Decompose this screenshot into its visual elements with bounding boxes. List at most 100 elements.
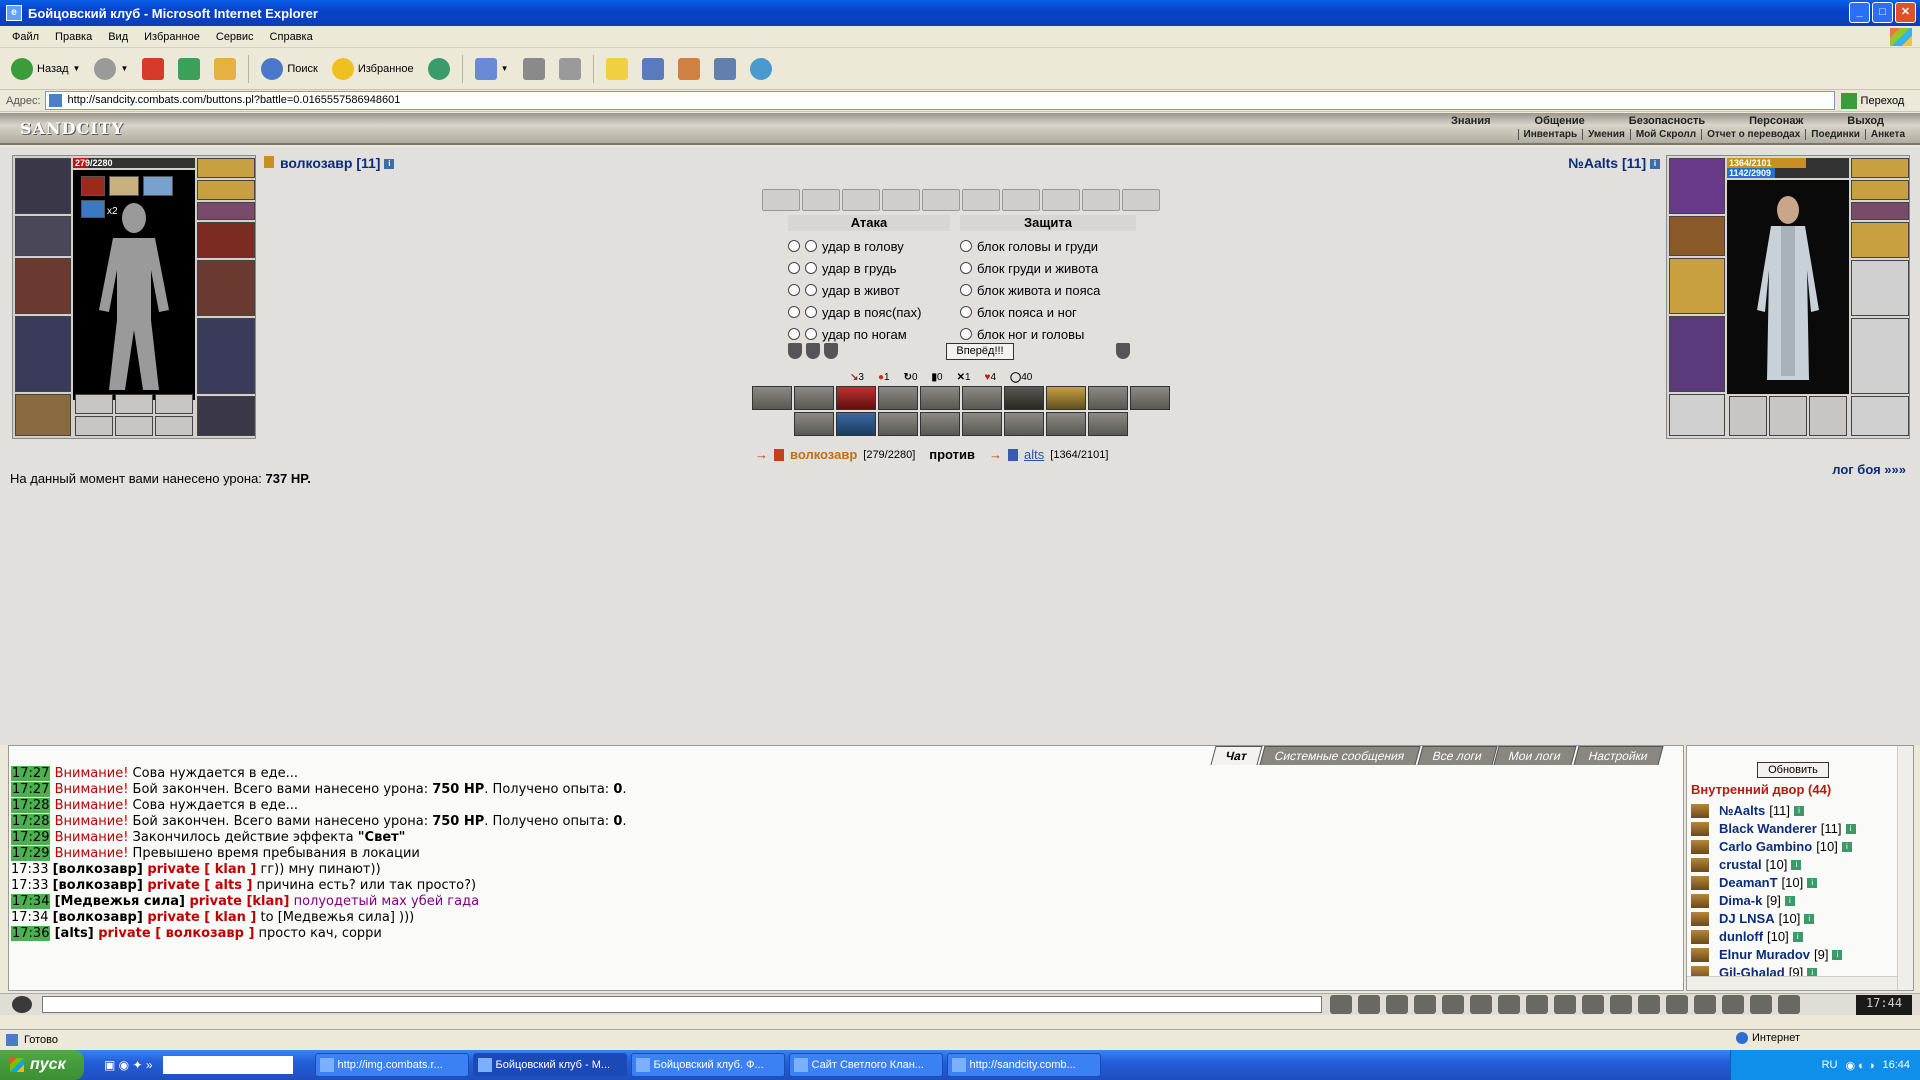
subnav-skills[interactable]: Умения — [1582, 129, 1630, 140]
boots-slot[interactable] — [197, 396, 255, 436]
nav-character[interactable]: Персонаж — [1727, 115, 1825, 127]
start-button[interactable]: пуск — [0, 1050, 84, 1080]
player-row[interactable]: Dima-k [9] i — [1691, 892, 1856, 910]
back-button[interactable]: Назад ▼ — [6, 53, 85, 85]
taskbar-item[interactable]: Бойцовский клуб. Ф... — [630, 1053, 785, 1077]
favorites-button[interactable]: Избранное — [327, 53, 419, 85]
empty-slot[interactable] — [1809, 396, 1847, 436]
language-indicator[interactable]: RU — [1822, 1059, 1838, 1071]
empty-slot[interactable] — [155, 394, 193, 414]
subnav-inventory[interactable]: Инвентарь — [1517, 129, 1583, 140]
tool-icon[interactable] — [1694, 995, 1716, 1014]
ring-slot[interactable] — [1851, 158, 1909, 178]
edit-button[interactable] — [554, 53, 586, 85]
shield-slot[interactable] — [1851, 260, 1909, 316]
enemy-name[interactable]: alts — [1024, 447, 1044, 462]
defense-option[interactable]: блок груди и живота — [960, 257, 1136, 279]
nav-security[interactable]: Безопасность — [1607, 115, 1727, 127]
quicklaunch-icon[interactable]: ▣ ◉ ✦ » — [104, 1058, 153, 1072]
forward-button[interactable]: ▼ — [89, 53, 133, 85]
player-row[interactable]: crustal [10] i — [1691, 856, 1856, 874]
subnav-transfers[interactable]: Отчет о переводах — [1701, 129, 1805, 140]
exit-icon[interactable] — [1778, 995, 1800, 1014]
player-name[interactable]: dunloff — [1719, 928, 1763, 946]
site-logo[interactable]: SANDCITY — [20, 119, 124, 138]
skill-icon[interactable] — [920, 386, 960, 410]
skill-icon[interactable] — [962, 412, 1002, 436]
skill-icon[interactable] — [920, 412, 960, 436]
translit-icon[interactable] — [1442, 995, 1464, 1014]
shield-icon[interactable] — [806, 343, 820, 359]
tool-icon[interactable] — [1610, 995, 1632, 1014]
ring-slot[interactable] — [197, 202, 255, 220]
boots-slot[interactable] — [1851, 396, 1909, 436]
skill-icon[interactable] — [878, 412, 918, 436]
roster-hscrollbar[interactable] — [1687, 976, 1897, 990]
nav-exit[interactable]: Выход — [1825, 115, 1906, 127]
skill-icon[interactable] — [1088, 412, 1128, 436]
private-message-icon[interactable] — [1691, 876, 1709, 890]
tab-system[interactable]: Системные сообщения — [1259, 746, 1421, 765]
player-row[interactable]: DeamanT [10] i — [1691, 874, 1856, 892]
amulet-slot[interactable] — [197, 180, 255, 200]
player-row[interactable]: DJ LNSA [10] i — [1691, 910, 1856, 928]
empty-slot[interactable] — [155, 416, 193, 436]
subnav-fights[interactable]: Поединки — [1805, 129, 1865, 140]
offhand-slot[interactable] — [197, 260, 255, 316]
private-message-icon[interactable] — [1691, 930, 1709, 944]
contacts-icon[interactable] — [1554, 995, 1576, 1014]
player-row[interactable]: Black Wanderer [11] i — [1691, 820, 1856, 838]
gloves-slot[interactable] — [197, 222, 255, 258]
menu-favorites[interactable]: Избранное — [136, 31, 208, 43]
tab-all-logs[interactable]: Все логи — [1416, 746, 1497, 765]
subnav-profile[interactable]: Анкета — [1864, 129, 1910, 140]
research-button[interactable] — [637, 53, 669, 85]
amulet-slot[interactable] — [1851, 180, 1909, 200]
bracers-slot[interactable] — [15, 216, 71, 256]
player-name[interactable]: DJ LNSA — [1719, 910, 1775, 928]
skill-icon[interactable] — [962, 386, 1002, 410]
shield-icon[interactable] — [788, 343, 802, 359]
player-name[interactable]: Black Wanderer — [1719, 820, 1817, 838]
empty-slot[interactable] — [1769, 396, 1807, 436]
maximize-button[interactable]: □ — [1872, 2, 1893, 23]
skill-icon[interactable] — [794, 386, 834, 410]
tool-icon[interactable] — [1582, 995, 1604, 1014]
skill-icon[interactable] — [836, 386, 876, 410]
private-message-icon[interactable] — [1691, 912, 1709, 926]
nav-knowledge[interactable]: Знания — [1429, 115, 1512, 127]
info-icon[interactable]: i — [1791, 860, 1802, 870]
tab-chat[interactable]: Чат — [1210, 746, 1263, 765]
attack-option[interactable]: удар в грудь — [788, 257, 950, 279]
skill-icon[interactable] — [752, 386, 792, 410]
stop-button[interactable] — [137, 53, 169, 85]
tool-icon[interactable] — [1750, 995, 1772, 1014]
empty-slot[interactable] — [115, 416, 153, 436]
format-icon[interactable] — [1470, 995, 1492, 1014]
private-message-icon[interactable] — [1691, 804, 1709, 818]
player-name[interactable]: №Aalts — [1719, 802, 1765, 820]
chat-mode-icon[interactable] — [12, 996, 32, 1013]
info-icon[interactable]: i — [1845, 824, 1856, 834]
taskbar-item[interactable]: http://img.combats.r... — [314, 1053, 469, 1077]
skill-icon[interactable] — [1088, 386, 1128, 410]
helmet-slot[interactable] — [1669, 158, 1725, 214]
info-icon[interactable]: i — [1784, 896, 1795, 906]
home-button[interactable] — [209, 53, 241, 85]
info-icon[interactable]: i — [1832, 950, 1843, 960]
attack-option[interactable]: удар в живот — [788, 279, 950, 301]
taskbar-item[interactable]: Бойцовский клуб - М... — [472, 1053, 627, 1077]
private-message-icon[interactable] — [1691, 948, 1709, 962]
private-message-icon[interactable] — [1691, 822, 1709, 836]
empty-slot[interactable] — [75, 394, 113, 414]
weapon-slot[interactable] — [1669, 258, 1725, 314]
armor-slot[interactable] — [1669, 316, 1725, 392]
history-button[interactable] — [423, 53, 455, 85]
left-player-name[interactable]: волкозавр [11] i — [264, 155, 395, 171]
skill-icon[interactable] — [878, 386, 918, 410]
skill-icon[interactable] — [1046, 412, 1086, 436]
tab-my-logs[interactable]: Мои логи — [1493, 746, 1577, 765]
menu-edit[interactable]: Правка — [47, 31, 100, 43]
skill-icon[interactable] — [1046, 386, 1086, 410]
chat-input[interactable] — [42, 996, 1322, 1013]
